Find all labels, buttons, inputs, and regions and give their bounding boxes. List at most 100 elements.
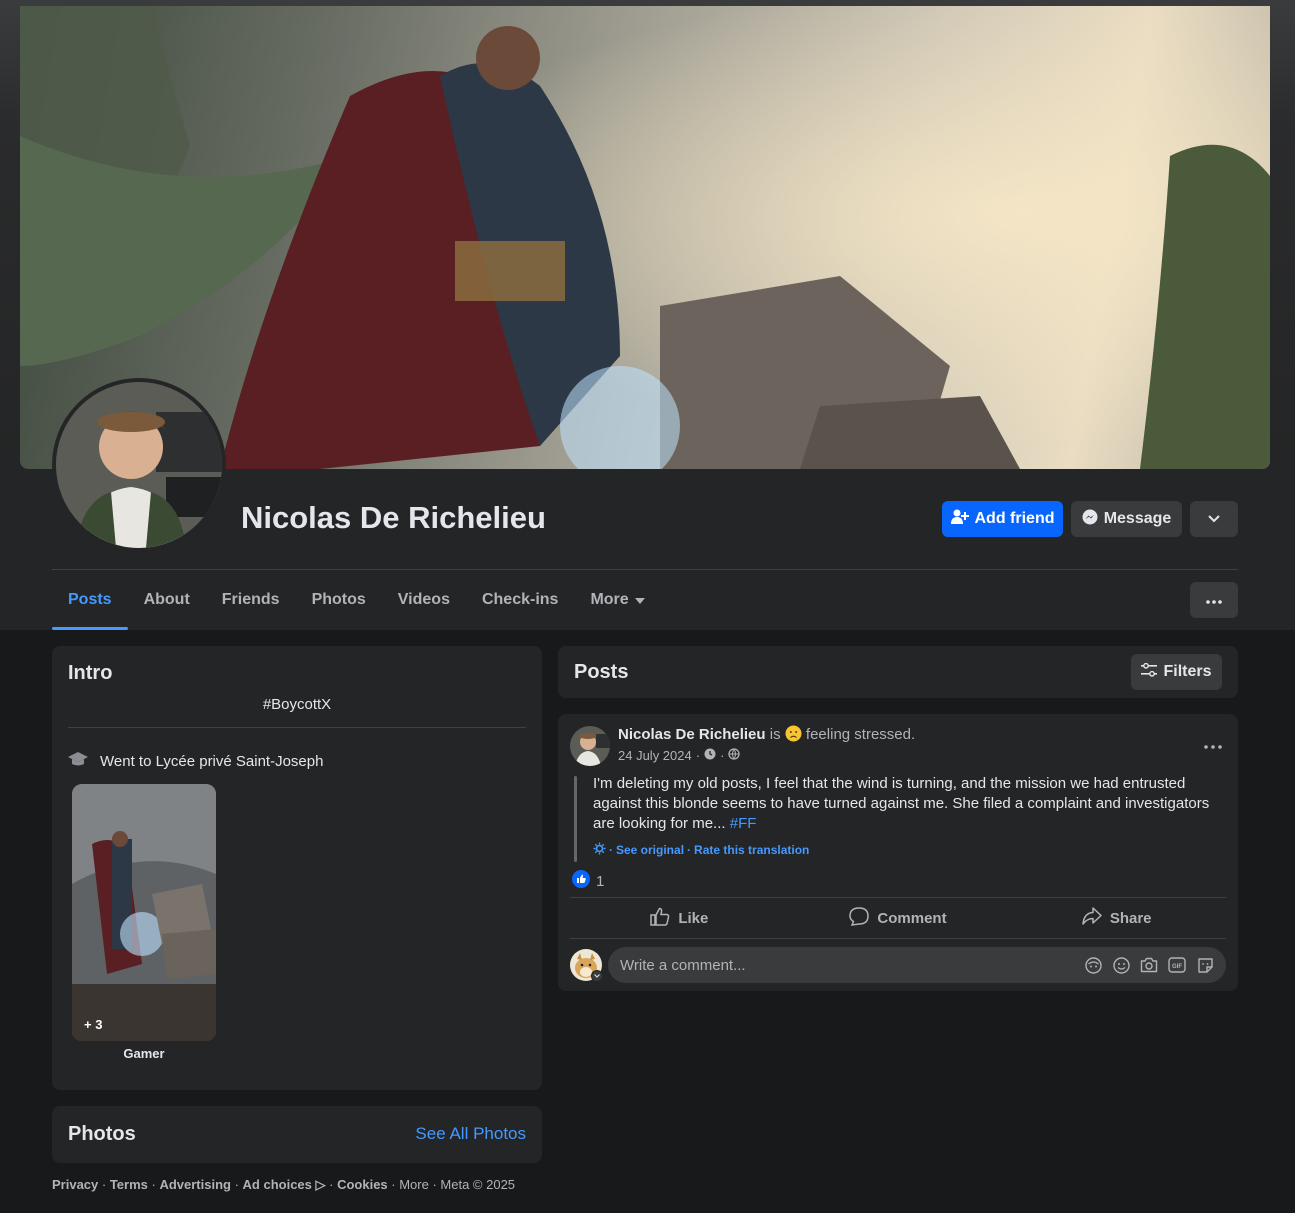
svg-text:GIF: GIF — [1172, 964, 1182, 970]
footer-terms-link[interactable]: Terms — [110, 1177, 148, 1192]
globe-icon — [728, 748, 741, 763]
education-text: Went to Lycée privé Saint-Joseph — [100, 752, 324, 770]
meta-separator: · — [695, 748, 701, 763]
intro-education: Went to Lycée privé Saint-Joseph — [68, 751, 323, 771]
graduation-cap-icon — [68, 751, 88, 771]
reaction-summary[interactable]: 1 — [572, 870, 604, 892]
profile-options-dropdown-button[interactable] — [1190, 501, 1238, 537]
tab-label: Check-ins — [481, 591, 559, 608]
messenger-icon — [1082, 509, 1098, 530]
post-date[interactable]: 24 July 2024 — [618, 748, 692, 763]
camera-icon[interactable] — [1140, 956, 1158, 974]
caret-down-icon — [634, 591, 645, 609]
ad-choices-label: Ad choices — [242, 1177, 312, 1192]
post-header-line: Nicolas De Richelieu is feeling stressed… — [618, 725, 915, 746]
comment-input[interactable] — [620, 956, 1084, 974]
avatar-sticker-icon[interactable] — [1084, 956, 1102, 974]
tab-label: More — [590, 591, 629, 608]
intro-divider — [68, 727, 526, 728]
intro-bio: #BoycottX — [262, 696, 332, 713]
post-author-avatar[interactable] — [570, 726, 610, 766]
tab-photos[interactable]: Photos — [296, 570, 382, 630]
posts-title: Posts — [574, 661, 629, 683]
featured-illustration — [72, 784, 216, 1041]
footer-links: Privacy · Terms · Advertising · Ad choic… — [52, 1177, 516, 1192]
translation-row: · See original · Rate this translation — [593, 842, 809, 858]
like-label: Like — [678, 909, 709, 927]
ad-choices-icon: ▷ — [315, 1177, 326, 1192]
gif-icon[interactable]: GIF — [1168, 956, 1186, 974]
profile-avatar-frame[interactable] — [52, 378, 226, 552]
clock-icon — [704, 748, 716, 763]
translation-separator: · — [687, 843, 692, 857]
avatar-chevron-down-icon[interactable] — [591, 970, 603, 982]
like-reaction-icon — [572, 870, 590, 892]
cover-illustration — [20, 6, 1270, 469]
post-body-text: I'm deleting my old posts, I feel that t… — [593, 775, 1210, 832]
footer-advertising-link[interactable]: Advertising — [159, 1177, 231, 1192]
photos-card: Photos See All Photos — [52, 1106, 542, 1163]
avatar-illustration — [56, 382, 222, 548]
tab-label: Photos — [311, 591, 366, 608]
comment-button[interactable]: Comment — [789, 898, 1008, 938]
translate-gear-icon — [593, 842, 606, 858]
intro-title: Intro — [68, 662, 113, 684]
share-button[interactable]: Share — [1007, 898, 1226, 938]
like-button[interactable]: Like — [570, 898, 789, 938]
actions-bottom-divider — [570, 938, 1226, 939]
post-text: I'm deleting my old posts, I feel that t… — [593, 774, 1223, 834]
tab-videos[interactable]: Videos — [382, 570, 466, 630]
footer-ad-choices-link[interactable]: Ad choices ▷ — [243, 1177, 326, 1192]
chevron-down-icon — [1208, 510, 1220, 528]
footer-privacy-link[interactable]: Privacy — [52, 1177, 98, 1192]
tab-label: Posts — [68, 591, 112, 608]
see-all-photos-link[interactable]: See All Photos — [415, 1124, 526, 1144]
add-friend-label: Add friend — [974, 510, 1055, 527]
more-horizontal-icon — [1206, 591, 1222, 609]
see-original-link[interactable]: See original — [616, 843, 684, 857]
featured-collection-thumbnail[interactable] — [72, 784, 216, 1041]
sticker-icon[interactable] — [1196, 956, 1214, 974]
emoji-icon[interactable] — [1112, 956, 1130, 974]
post-more-horizontal-icon[interactable] — [1204, 736, 1222, 754]
tab-check-ins[interactable]: Check-ins — [466, 570, 574, 630]
message-button[interactable]: Message — [1071, 501, 1182, 537]
comment-label: Comment — [877, 909, 947, 927]
intro-card: Intro #BoycottX Went to Lycée privé Sain… — [52, 646, 542, 1090]
tab-friends[interactable]: Friends — [206, 570, 296, 630]
post-card: Nicolas De Richelieu is feeling stressed… — [558, 714, 1238, 991]
post-avatar-illustration — [570, 726, 610, 766]
tab-about[interactable]: About — [128, 570, 206, 630]
tab-posts[interactable]: Posts — [52, 570, 128, 630]
tab-label: Videos — [397, 591, 450, 608]
stressed-emoji-icon — [785, 725, 802, 746]
filters-button[interactable]: Filters — [1131, 654, 1222, 690]
post-is-text: is — [769, 726, 781, 743]
photos-title: Photos — [68, 1123, 136, 1145]
tab-label: About — [143, 591, 190, 608]
post-feeling-text: feeling stressed. — [805, 726, 916, 743]
rate-translation-link[interactable]: Rate this translation — [694, 843, 809, 857]
meta-separator: · — [720, 748, 725, 763]
filters-label: Filters — [1163, 663, 1212, 680]
featured-count: + 3 — [84, 1017, 103, 1032]
thumbs-up-icon — [650, 907, 670, 930]
person-plus-icon — [950, 509, 969, 530]
profile-name: Nicolas De Richelieu — [241, 500, 546, 535]
footer-cookies-link[interactable]: Cookies — [337, 1177, 388, 1192]
comment-composer[interactable]: GIF — [608, 947, 1226, 983]
speech-bubble-icon — [849, 906, 870, 930]
footer-copyright: Meta © 2025 — [440, 1177, 516, 1192]
add-friend-button[interactable]: Add friend — [942, 501, 1063, 537]
tab-more-options-button[interactable] — [1190, 582, 1238, 618]
post-author-name[interactable]: Nicolas De Richelieu — [618, 726, 766, 743]
cover-photo[interactable] — [20, 6, 1270, 469]
translation-quote-bar — [574, 776, 577, 862]
comment-tools: GIF — [1084, 956, 1214, 974]
message-label: Message — [1103, 510, 1172, 527]
post-hashtag-link[interactable]: #FF — [730, 815, 757, 832]
post-actions: Like Comment Share — [570, 898, 1226, 938]
sliders-icon — [1141, 662, 1158, 682]
tab-more[interactable]: More — [574, 570, 660, 630]
footer-more-link[interactable]: More — [399, 1177, 429, 1192]
